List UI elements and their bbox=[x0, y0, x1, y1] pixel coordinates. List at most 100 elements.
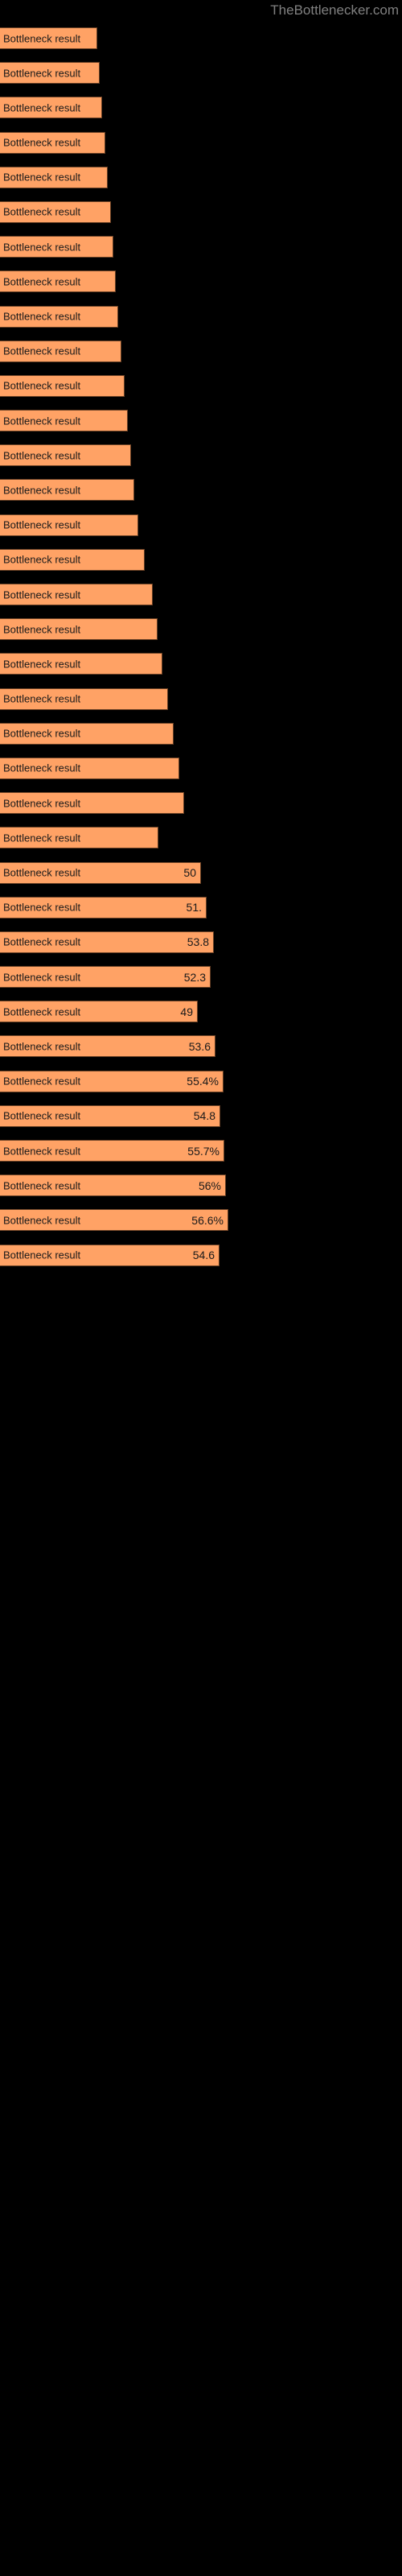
bar-label: Bottleneck result bbox=[3, 136, 81, 149]
bar[interactable]: Bottleneck result bbox=[0, 792, 184, 815]
bar-label: Bottleneck result bbox=[3, 171, 81, 184]
chart-row: Bottleneck result bbox=[0, 508, 402, 543]
bar[interactable]: Bottleneck result bbox=[0, 653, 162, 675]
chart-row: Bottleneck result 54.8 bbox=[0, 1099, 402, 1133]
bar[interactable]: Bottleneck result bbox=[0, 687, 168, 710]
chart-row: Bottleneck result 53.8 bbox=[0, 925, 402, 960]
bar[interactable]: Bottleneck result bbox=[0, 410, 128, 432]
bar[interactable]: Bottleneck result bbox=[0, 27, 97, 49]
bar-label: Bottleneck result bbox=[3, 553, 81, 566]
bar[interactable]: Bottleneck result bbox=[0, 757, 179, 779]
bar-label: Bottleneck result bbox=[3, 241, 81, 254]
bar-label: Bottleneck result bbox=[3, 1075, 81, 1088]
bar[interactable]: Bottleneck result bbox=[0, 305, 118, 328]
bar[interactable]: Bottleneck result bbox=[0, 514, 138, 536]
bar-label: Bottleneck result bbox=[3, 727, 81, 740]
bar[interactable]: Bottleneck result 55.7% bbox=[0, 1140, 224, 1162]
chart-row: Bottleneck result bbox=[0, 786, 402, 820]
chart-row: Bottleneck result 55.7% bbox=[0, 1133, 402, 1168]
bar[interactable]: Bottleneck result bbox=[0, 827, 158, 849]
bar[interactable]: Bottleneck result bbox=[0, 548, 145, 571]
chart-row: Bottleneck result 56.6% bbox=[0, 1203, 402, 1237]
bar[interactable]: Bottleneck result bbox=[0, 236, 113, 258]
chart-row: Bottleneck result bbox=[0, 577, 402, 612]
bottleneck-bar-chart: Bottleneck result Bottleneck result Bottle… bbox=[0, 21, 402, 1273]
bar-label: Bottleneck result bbox=[3, 1214, 81, 1227]
bar-label: Bottleneck result bbox=[3, 32, 81, 44]
bar[interactable]: Bottleneck result bbox=[0, 444, 131, 467]
chart-row: Bottleneck result bbox=[0, 543, 402, 577]
bar[interactable]: Bottleneck result bbox=[0, 97, 102, 119]
bar[interactable]: Bottleneck result 54.8 bbox=[0, 1104, 220, 1127]
bar-label: Bottleneck result bbox=[3, 310, 81, 323]
chart-row: Bottleneck result bbox=[0, 473, 402, 507]
chart-row: Bottleneck result 56% bbox=[0, 1168, 402, 1203]
chart-row: Bottleneck result bbox=[0, 751, 402, 786]
chart-row: Bottleneck result bbox=[0, 612, 402, 646]
bar[interactable]: Bottleneck result 52.3 bbox=[0, 966, 211, 989]
bar[interactable]: Bottleneck result 55.4% bbox=[0, 1070, 224, 1092]
bar-label: Bottleneck result bbox=[3, 935, 81, 948]
bar[interactable]: Bottleneck result 50 bbox=[0, 861, 201, 884]
bar-value: 53.6 bbox=[188, 1039, 211, 1053]
bar[interactable]: Bottleneck result 49 bbox=[0, 1001, 198, 1023]
bar[interactable]: Bottleneck result 53.8 bbox=[0, 931, 214, 953]
chart-row: Bottleneck result bbox=[0, 438, 402, 473]
bar-label: Bottleneck result bbox=[3, 67, 81, 80]
bar[interactable]: Bottleneck result bbox=[0, 584, 153, 605]
bar-label: Bottleneck result bbox=[3, 971, 81, 984]
bar-value: 52.3 bbox=[183, 970, 206, 984]
bar-label: Bottleneck result bbox=[3, 832, 81, 844]
bar-label: Bottleneck result bbox=[3, 449, 81, 462]
bar-label: Bottleneck result bbox=[3, 205, 81, 218]
bar[interactable]: Bottleneck result bbox=[0, 340, 121, 362]
chart-row: Bottleneck result bbox=[0, 716, 402, 751]
bar[interactable]: Bottleneck result 56.6% bbox=[0, 1209, 228, 1232]
bar[interactable]: Bottleneck result bbox=[0, 200, 111, 223]
chart-row: Bottleneck result bbox=[0, 682, 402, 716]
bar[interactable]: Bottleneck result bbox=[0, 374, 125, 397]
bar[interactable]: Bottleneck result bbox=[0, 618, 158, 641]
bar[interactable]: Bottleneck result bbox=[0, 722, 174, 745]
bar-label: Bottleneck result bbox=[3, 1249, 81, 1261]
bar[interactable]: Bottleneck result 54.6 bbox=[0, 1244, 219, 1266]
bar-label: Bottleneck result bbox=[3, 415, 81, 427]
bar-value: 54.6 bbox=[192, 1249, 215, 1262]
chart-row: Bottleneck result bbox=[0, 21, 402, 56]
chart-row: Bottleneck result bbox=[0, 90, 402, 125]
chart-row: Bottleneck result bbox=[0, 195, 402, 229]
bar-label: Bottleneck result bbox=[3, 1145, 81, 1157]
bar-value: 53.8 bbox=[187, 935, 209, 949]
bar-label: Bottleneck result bbox=[3, 101, 81, 114]
bar[interactable]: Bottleneck result bbox=[0, 270, 116, 293]
bar[interactable]: Bottleneck result bbox=[0, 479, 134, 502]
bar-label: Bottleneck result bbox=[3, 1040, 81, 1053]
bar-label: Bottleneck result bbox=[3, 588, 81, 601]
bar[interactable]: Bottleneck result 51. bbox=[0, 896, 207, 919]
bar-value: 50 bbox=[183, 866, 196, 879]
chart-clip-region: Bottleneck result Bottleneck result Bottle… bbox=[0, 0, 402, 2576]
chart-row: Bottleneck result bbox=[0, 646, 402, 681]
chart-row: Bottleneck result bbox=[0, 369, 402, 403]
bar-value: 54.8 bbox=[193, 1109, 215, 1123]
bar-value: 56.6% bbox=[191, 1213, 224, 1227]
bar-label: Bottleneck result bbox=[3, 1179, 81, 1192]
bar-label: Bottleneck result bbox=[3, 623, 81, 636]
bar-value: 56% bbox=[198, 1179, 221, 1192]
bar-label: Bottleneck result bbox=[3, 1005, 81, 1018]
chart-row: Bottleneck result 54.6 bbox=[0, 1238, 402, 1273]
bar-label: Bottleneck result bbox=[3, 692, 81, 705]
bar-value: 51. bbox=[186, 901, 202, 914]
bar[interactable]: Bottleneck result 53.6 bbox=[0, 1035, 215, 1058]
bar[interactable]: Bottleneck result bbox=[0, 62, 100, 85]
bar[interactable]: Bottleneck result bbox=[0, 166, 108, 188]
bar[interactable]: Bottleneck result bbox=[0, 131, 105, 154]
bar-label: Bottleneck result bbox=[3, 518, 81, 531]
bar-label: Bottleneck result bbox=[3, 762, 81, 774]
bar-label: Bottleneck result bbox=[3, 1109, 81, 1122]
chart-row: Bottleneck result bbox=[0, 264, 402, 299]
bar-value: 55.7% bbox=[187, 1144, 219, 1158]
chart-row: Bottleneck result 55.4% bbox=[0, 1064, 402, 1099]
bar[interactable]: Bottleneck result 56% bbox=[0, 1174, 226, 1197]
bar-label: Bottleneck result bbox=[3, 379, 81, 392]
